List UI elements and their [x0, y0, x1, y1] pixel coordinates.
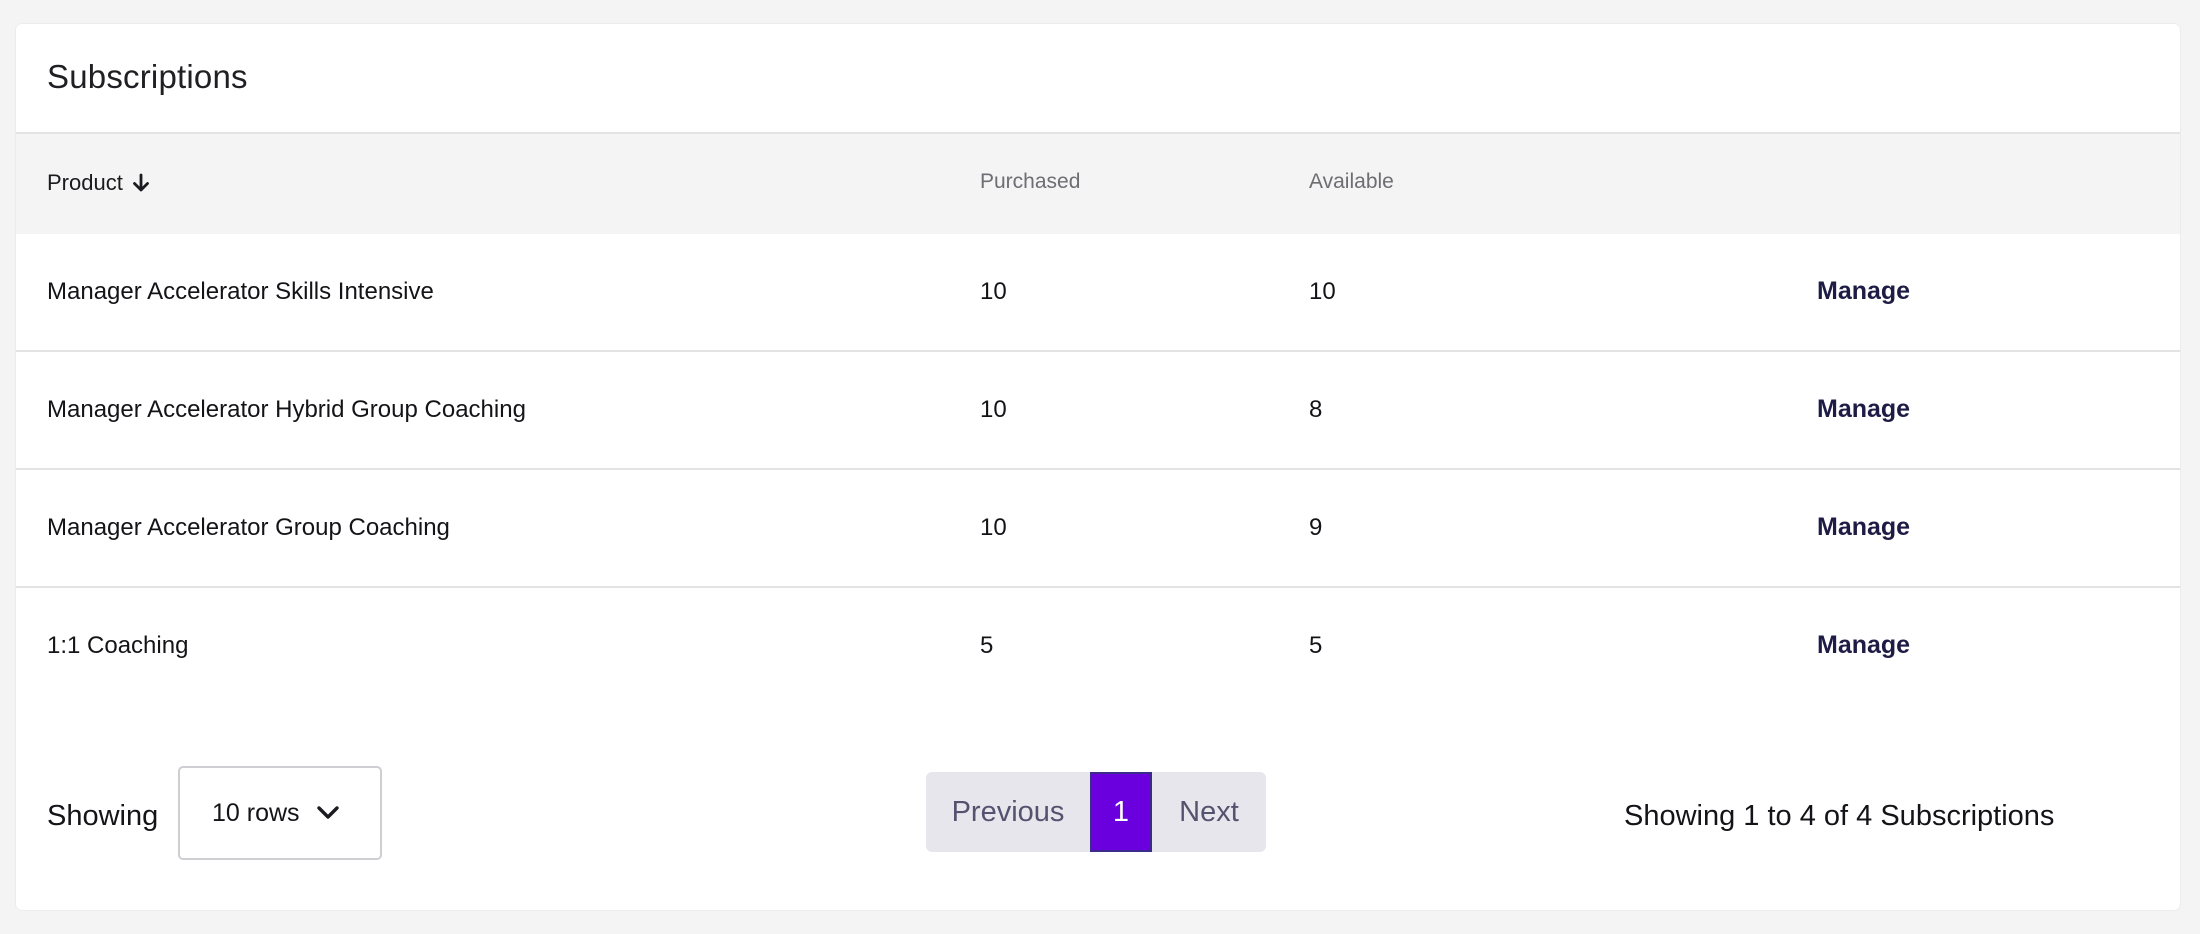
cell-product: 1:1 Coaching [47, 632, 189, 659]
results-summary: Showing 1 to 4 of 4 Subscriptions [1624, 800, 2055, 832]
cell-purchased: 5 [980, 632, 994, 659]
cell-product: Manager Accelerator Skills Intensive [47, 278, 434, 305]
card-header: Subscriptions [16, 24, 2180, 134]
cell-available: 5 [1309, 632, 1323, 659]
column-header-product-label: Product [47, 170, 123, 195]
page-title: Subscriptions [47, 58, 248, 95]
table-header: Product Purchased Available [16, 134, 2180, 234]
cell-available: 10 [1309, 278, 1336, 305]
table-row: Manager Accelerator Hybrid Group Coachin… [16, 352, 2180, 470]
subscriptions-card: Subscriptions Product Purchased Availabl… [16, 24, 2180, 910]
manage-link[interactable]: Manage [1817, 277, 1910, 306]
rows-per-page-label: Showing [47, 800, 159, 832]
table-body: Manager Accelerator Skills Intensive 10 … [16, 234, 2180, 706]
chevron-down-icon [316, 805, 340, 821]
arrow-down-icon [131, 173, 151, 193]
page-1-button[interactable]: 1 [1090, 772, 1152, 852]
next-page-button[interactable]: Next [1152, 772, 1266, 852]
cell-purchased: 10 [980, 514, 1007, 541]
table-row: Manager Accelerator Group Coaching 10 9 … [16, 470, 2180, 588]
column-header-product[interactable]: Product [47, 170, 151, 196]
cell-product: Manager Accelerator Group Coaching [47, 514, 450, 541]
previous-page-button[interactable]: Previous [926, 772, 1090, 852]
manage-link[interactable]: Manage [1817, 395, 1910, 424]
cell-available: 8 [1309, 396, 1323, 423]
cell-product: Manager Accelerator Hybrid Group Coachin… [47, 396, 526, 423]
rows-per-page-value: 10 rows [212, 798, 300, 827]
pagination: Previous 1 Next [926, 772, 1266, 852]
column-header-available: Available [1309, 170, 1394, 193]
cell-available: 9 [1309, 514, 1323, 541]
table-row: 1:1 Coaching 5 5 Manage [16, 588, 2180, 706]
manage-link[interactable]: Manage [1817, 631, 1910, 660]
column-header-purchased: Purchased [980, 170, 1081, 193]
table-row: Manager Accelerator Skills Intensive 10 … [16, 234, 2180, 352]
manage-link[interactable]: Manage [1817, 513, 1910, 542]
table-footer: Showing 10 rows Previous 1 Next Showing … [16, 766, 2180, 866]
cell-purchased: 10 [980, 396, 1007, 423]
subscriptions-table: Product Purchased Available Manager Acce… [16, 134, 2180, 706]
rows-per-page-select[interactable]: 10 rows [178, 766, 382, 860]
cell-purchased: 10 [980, 278, 1007, 305]
